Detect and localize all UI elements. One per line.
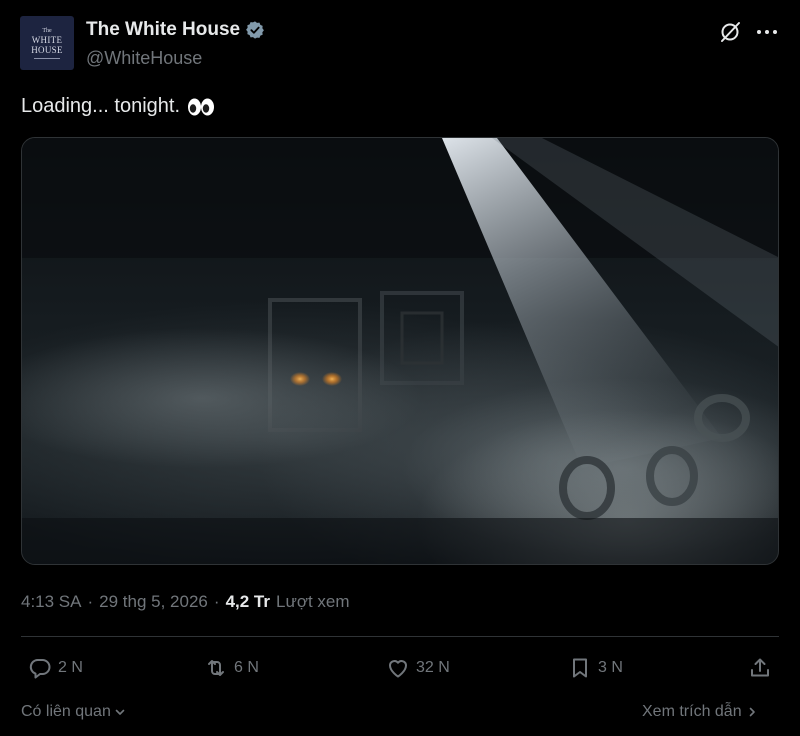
avatar-text-line-3: HOUSE [31,44,63,55]
meta-separator: · [87,592,94,611]
tweet-text-row: Loading... tonight. [21,95,215,118]
retweet-button[interactable]: 6 N [204,656,259,680]
more-options-icon[interactable] [754,20,780,44]
avatar-text-line-1: The [42,27,52,34]
view-quotes-label: Xem trích dẫn [642,703,742,720]
like-button[interactable]: 32 N [386,656,450,680]
view-quotes-link[interactable]: Xem trích dẫn [642,703,758,721]
author-handle[interactable]: @WhiteHouse [86,48,202,69]
like-count: 32 N [416,659,450,676]
related-link[interactable]: Có liên quan [21,703,126,721]
views-count: 4,2 Tr [225,592,270,611]
avatar-rule [34,57,60,59]
divider [21,636,779,637]
author-name-row: The White House [86,19,265,41]
reply-icon [29,659,51,679]
meta-separator: · [213,592,220,611]
media-scene [22,138,778,564]
avatar[interactable]: The WHITE HOUSE [20,16,74,70]
bookmark-icon [573,658,587,678]
tweet-media-image[interactable] [21,137,779,565]
tweet-text: Loading... tonight. [21,95,181,117]
tweet-time[interactable]: 4:13 SA [21,592,82,612]
share-button[interactable] [748,656,772,680]
verified-badge-icon[interactable] [245,20,265,40]
related-label: Có liên quan [21,703,111,720]
share-icon [751,658,769,677]
bookmark-button[interactable]: 3 N [568,656,623,680]
grok-icon[interactable] [718,20,742,44]
tweet-meta: 4:13 SA · 29 thg 5, 2026 · 4,2 Tr Lượt x… [21,592,350,612]
reply-button[interactable]: 2 N [28,656,83,680]
heart-icon [389,660,407,678]
avatar-text-line-2: WHITE [31,34,63,45]
views-label: Lượt xem [275,592,350,611]
reply-count: 2 N [58,659,83,676]
chevron-down-icon [115,709,125,715]
retweet-icon [208,660,224,676]
tweet-card: The WHITE HOUSE The White House @WhiteHo… [0,0,800,736]
chevron-right-icon [749,707,755,717]
author-display-name[interactable]: The White House [86,19,240,41]
eyes-emoji-icon [188,98,215,115]
retweet-count: 6 N [234,659,259,676]
bookmark-count: 3 N [598,659,623,676]
tweet-date[interactable]: 29 thg 5, 2026 [99,592,208,612]
